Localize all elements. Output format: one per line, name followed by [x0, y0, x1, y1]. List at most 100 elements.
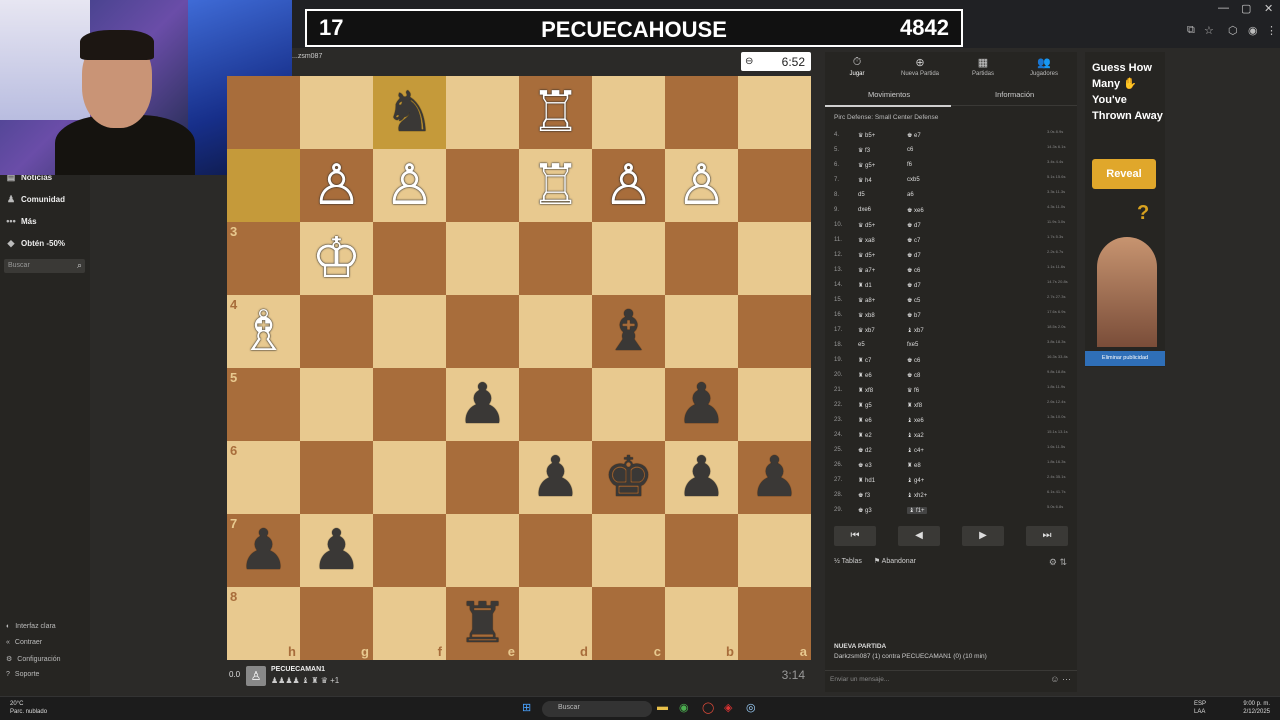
board-square[interactable]: ♟ [738, 441, 811, 514]
chess-piece[interactable]: ♗ [238, 295, 288, 368]
board-square[interactable] [738, 295, 811, 368]
chess-piece[interactable]: ♞ [384, 76, 434, 149]
board-square[interactable]: ♟ [300, 514, 373, 587]
board-square[interactable] [592, 76, 665, 149]
black-move[interactable]: f6 [907, 162, 912, 168]
reveal-button[interactable]: Reveal [1092, 159, 1156, 189]
chrome-icon[interactable]: ◉ [679, 701, 689, 714]
move-row[interactable]: 13. ♛ a7+ ♚ c6 1.1s 11.6s [825, 263, 1077, 278]
white-move[interactable]: ♛ h4 [858, 177, 872, 184]
move-row[interactable]: 25. ♚ d2 ♝ c4+ 1.6s 11.5s [825, 443, 1077, 458]
board-square[interactable] [300, 441, 373, 514]
chess-piece[interactable]: ♜ [457, 587, 507, 660]
move-row[interactable]: 17. ♛ xb7 ♝ xb7 18.5s 2.0s [825, 323, 1077, 338]
board-square[interactable]: g [300, 587, 373, 660]
white-move[interactable]: ♛ xb8 [858, 312, 875, 319]
install-icon[interactable]: ⧉ [1187, 24, 1195, 37]
board-square[interactable]: ♖ [519, 149, 592, 222]
board-square[interactable] [446, 295, 519, 368]
remove-ads-button[interactable]: Eliminar publicidad [1085, 351, 1165, 366]
move-row[interactable]: 12. ♛ d5+ ♚ d7 2.2s 6.7s [825, 248, 1077, 263]
white-move[interactable]: ♛ xb7 [858, 327, 875, 334]
black-move[interactable]: fxe5 [907, 342, 918, 348]
chess-piece[interactable]: ♙ [603, 149, 653, 222]
windows-start-icon[interactable]: ⊞ [522, 701, 531, 714]
white-move[interactable]: ♛ d5+ [858, 222, 875, 229]
black-move[interactable]: ♚ d7 [907, 252, 921, 259]
close-window-button[interactable]: ✕ [1264, 2, 1273, 15]
black-move[interactable]: ♚ xe6 [907, 207, 924, 214]
board-square[interactable]: ♞ [373, 76, 446, 149]
move-row[interactable]: 8. d5 a6 3.3s 11.3s [825, 188, 1077, 203]
move-row[interactable]: 7. ♛ h4 cxb5 5.1s 15.6s [825, 173, 1077, 188]
sidebar-bottom-item-0[interactable]: ◐ Interfaz clara [6, 623, 56, 630]
chess-piece[interactable]: ♖ [530, 149, 580, 222]
white-move[interactable]: ♛ xa8 [858, 237, 875, 244]
board-square[interactable]: ♚ [592, 441, 665, 514]
board-square[interactable] [300, 368, 373, 441]
move-row[interactable]: 5. ♛ f3 c6 14.3s 6.1s [825, 143, 1077, 158]
move-row[interactable]: 20. ♜ e6 ♚ c8 9.8s 18.8s [825, 368, 1077, 383]
maximize-button[interactable]: ▢ [1241, 2, 1251, 15]
board-square[interactable] [592, 222, 665, 295]
move-row[interactable]: 19. ♜ c7 ♚ c6 16.3s 33.4s [825, 353, 1077, 368]
nav-nueva-partida[interactable]: ⊕ Nueva Partida [891, 56, 949, 77]
last-move-button[interactable]: ⏭ [1026, 526, 1068, 546]
move-row[interactable]: 21. ♜ xf8 ♛ f6 1.8s 11.9s [825, 383, 1077, 398]
black-move[interactable]: ♚ d7 [907, 222, 921, 229]
board-square[interactable]: d [519, 587, 592, 660]
chess-piece[interactable]: ♝ [603, 295, 653, 368]
board-square[interactable] [665, 222, 738, 295]
sidebar-search-input[interactable]: Buscar ⌕ [4, 259, 85, 273]
chess-piece[interactable]: ♙ [384, 149, 434, 222]
profile-icon[interactable]: ◉ [1248, 24, 1258, 37]
move-row[interactable]: 24. ♜ e2 ♝ xa2 15.1s 13.1s [825, 428, 1077, 443]
board-square[interactable] [519, 295, 592, 368]
black-move[interactable]: ♚ c6 [907, 357, 920, 364]
move-row[interactable]: 27. ♜ hd1 ♝ g4+ 2.4s 35.1s [825, 473, 1077, 488]
board-square[interactable] [592, 368, 665, 441]
white-move[interactable]: ♚ f3 [858, 492, 870, 499]
avatar[interactable]: ♙ [246, 666, 266, 686]
draw-button[interactable]: ½ Tablas [834, 558, 862, 565]
black-move[interactable]: ♝ f1+ [907, 507, 927, 514]
chess-piece[interactable]: ♟ [457, 368, 507, 441]
ad-banner[interactable]: Guess How Many ✋ You've Thrown Away Reve… [1085, 52, 1165, 367]
black-move[interactable]: ♜ xf8 [907, 402, 922, 409]
board-square[interactable] [446, 514, 519, 587]
white-move[interactable]: ♛ g5+ [858, 162, 875, 169]
board-square[interactable] [373, 514, 446, 587]
white-move[interactable]: dxe6 [858, 207, 871, 213]
black-move[interactable]: a6 [907, 192, 914, 198]
board-square[interactable] [227, 149, 300, 222]
board-square[interactable]: ♙ [592, 149, 665, 222]
minimize-button[interactable]: — [1218, 2, 1229, 14]
board-square[interactable] [665, 76, 738, 149]
black-move[interactable]: ♚ c5 [907, 297, 920, 304]
board-square[interactable]: ♙ [373, 149, 446, 222]
board-square[interactable]: f [373, 587, 446, 660]
chess-piece[interactable]: ♟ [530, 441, 580, 514]
move-row[interactable]: 26. ♚ e3 ♜ e8 1.8s 16.3s [825, 458, 1077, 473]
board-square[interactable] [446, 76, 519, 149]
opera-icon[interactable]: ◯ [702, 701, 714, 714]
black-move[interactable]: ♝ xh2+ [907, 492, 927, 499]
board-square[interactable] [373, 295, 446, 368]
white-move[interactable]: ♜ e6 [858, 417, 872, 424]
board-square[interactable]: 5 [227, 368, 300, 441]
board-square[interactable] [227, 76, 300, 149]
board-square[interactable] [373, 441, 446, 514]
white-move[interactable]: ♜ d1 [858, 282, 872, 289]
board-square[interactable] [592, 514, 665, 587]
bookmark-star-icon[interactable]: ☆ [1204, 24, 1214, 37]
white-move[interactable]: ♜ c7 [858, 357, 871, 364]
board-square[interactable] [446, 149, 519, 222]
move-row[interactable]: 6. ♛ g5+ f6 3.4s 4.4s [825, 158, 1077, 173]
black-move[interactable]: ♚ e7 [907, 132, 921, 139]
board-square[interactable] [300, 76, 373, 149]
white-move[interactable]: ♛ a7+ [858, 267, 875, 274]
menu-dots-icon[interactable]: ⋮ [1266, 24, 1277, 37]
board-square[interactable]: ♖ [519, 76, 592, 149]
nav-jugar[interactable]: ⏱ Jugar [828, 56, 886, 77]
black-move[interactable]: c6 [907, 147, 913, 153]
